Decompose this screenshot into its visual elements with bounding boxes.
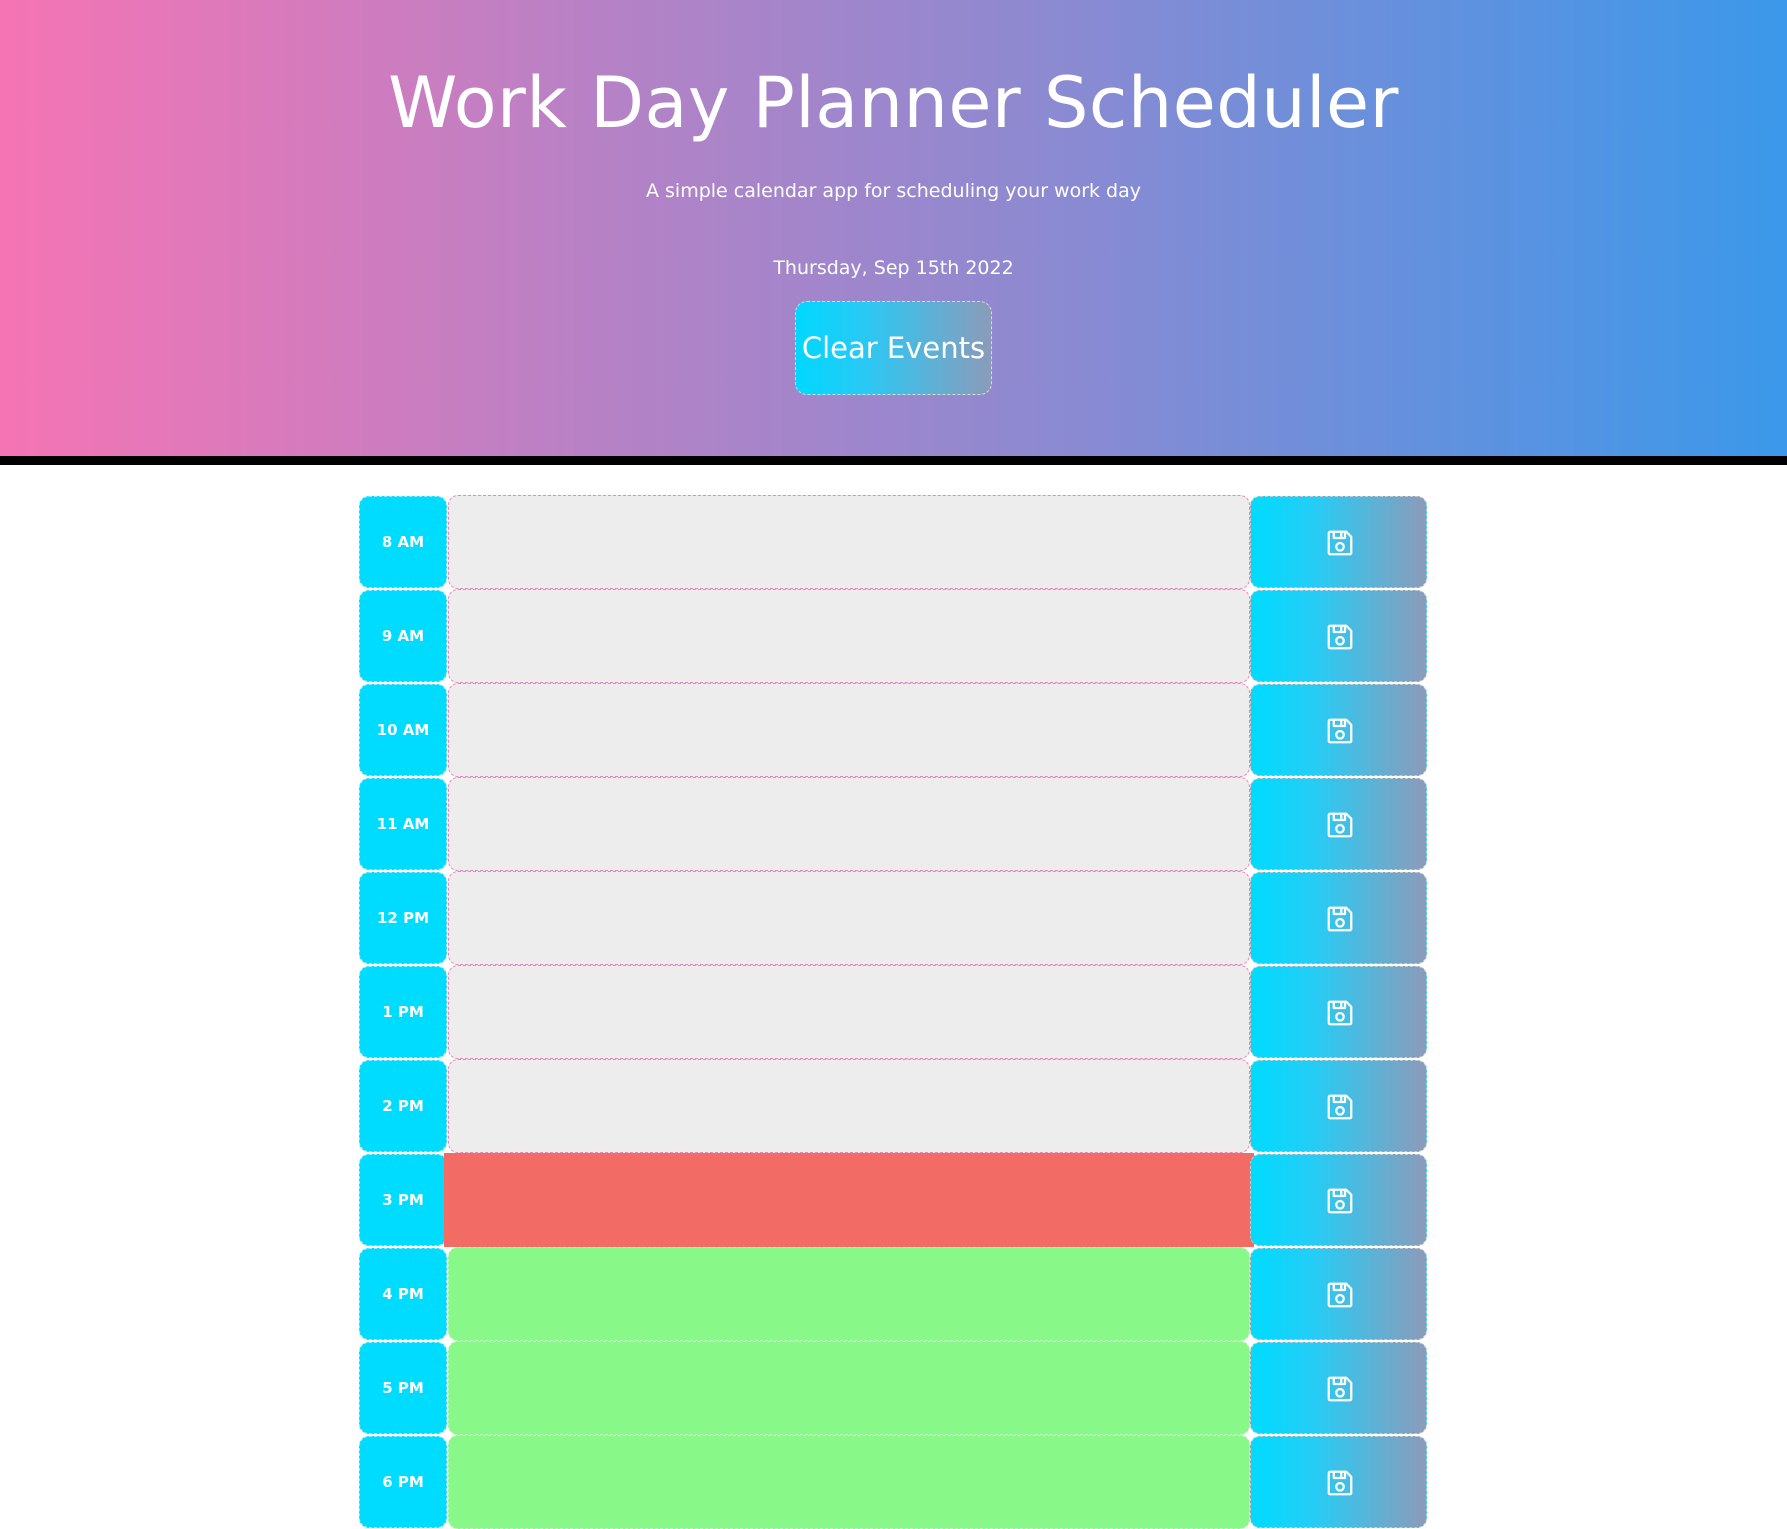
- time-block-row: 4 PM: [359, 1247, 1427, 1341]
- floppy-disk-icon: [1325, 716, 1355, 746]
- event-description-input[interactable]: [448, 1435, 1250, 1529]
- save-button[interactable]: [1250, 1154, 1427, 1246]
- hour-label: 6 PM: [359, 1436, 447, 1528]
- floppy-disk-icon: [1325, 528, 1355, 558]
- hour-label: 10 AM: [359, 684, 447, 776]
- hour-label: 3 PM: [359, 1154, 447, 1246]
- save-button[interactable]: [1250, 1248, 1427, 1340]
- event-description-input[interactable]: [448, 871, 1250, 965]
- time-block-row: 6 PM: [359, 1435, 1427, 1529]
- page-subtitle: A simple calendar app for scheduling you…: [645, 180, 1142, 202]
- save-button[interactable]: [1250, 872, 1427, 964]
- current-date: Thursday, Sep 15th 2022: [773, 257, 1014, 279]
- floppy-disk-icon: [1325, 1092, 1355, 1122]
- time-block-row: 1 PM: [359, 965, 1427, 1059]
- save-button[interactable]: [1250, 684, 1427, 776]
- event-description-input[interactable]: [448, 1341, 1250, 1435]
- event-description-input[interactable]: [448, 1247, 1250, 1341]
- hour-label: 12 PM: [359, 872, 447, 964]
- event-description-input[interactable]: [448, 1059, 1250, 1153]
- time-block-row: 11 AM: [359, 777, 1427, 871]
- floppy-disk-icon: [1325, 622, 1355, 652]
- floppy-disk-icon: [1325, 998, 1355, 1028]
- clear-events-button[interactable]: Clear Events: [795, 301, 992, 395]
- header-divider: [0, 456, 1787, 465]
- page-title: Work Day Planner Scheduler: [388, 62, 1399, 144]
- hour-label: 5 PM: [359, 1342, 447, 1434]
- hour-label: 1 PM: [359, 966, 447, 1058]
- event-description-input[interactable]: [448, 589, 1250, 683]
- event-description-input[interactable]: [444, 1153, 1254, 1247]
- planner-container: 8 AM 9 AM 10 AM 11 AM 12 PM 1 PM 2 PM 3 PM 4 PM 5…: [359, 495, 1427, 1529]
- floppy-disk-icon: [1325, 1280, 1355, 1310]
- floppy-disk-icon: [1325, 904, 1355, 934]
- save-button[interactable]: [1250, 1436, 1427, 1528]
- time-block-row: 10 AM: [359, 683, 1427, 777]
- time-block-row: 3 PM: [359, 1153, 1427, 1247]
- save-button[interactable]: [1250, 496, 1427, 588]
- time-block-row: 12 PM: [359, 871, 1427, 965]
- time-block-row: 9 AM: [359, 589, 1427, 683]
- time-block-row: 5 PM: [359, 1341, 1427, 1435]
- event-description-input[interactable]: [448, 495, 1250, 589]
- event-description-input[interactable]: [448, 965, 1250, 1059]
- hour-label: 4 PM: [359, 1248, 447, 1340]
- hour-label: 11 AM: [359, 778, 447, 870]
- save-button[interactable]: [1250, 1060, 1427, 1152]
- save-button[interactable]: [1250, 778, 1427, 870]
- floppy-disk-icon: [1325, 1468, 1355, 1498]
- save-button[interactable]: [1250, 1342, 1427, 1434]
- floppy-disk-icon: [1325, 1186, 1355, 1216]
- header-banner: Work Day Planner Scheduler A simple cale…: [0, 0, 1787, 456]
- time-block-row: 8 AM: [359, 495, 1427, 589]
- hour-label: 2 PM: [359, 1060, 447, 1152]
- event-description-input[interactable]: [448, 683, 1250, 777]
- time-block-row: 2 PM: [359, 1059, 1427, 1153]
- save-button[interactable]: [1250, 966, 1427, 1058]
- event-description-input[interactable]: [448, 777, 1250, 871]
- floppy-disk-icon: [1325, 1374, 1355, 1404]
- hour-label: 8 AM: [359, 496, 447, 588]
- floppy-disk-icon: [1325, 810, 1355, 840]
- save-button[interactable]: [1250, 590, 1427, 682]
- hour-label: 9 AM: [359, 590, 447, 682]
